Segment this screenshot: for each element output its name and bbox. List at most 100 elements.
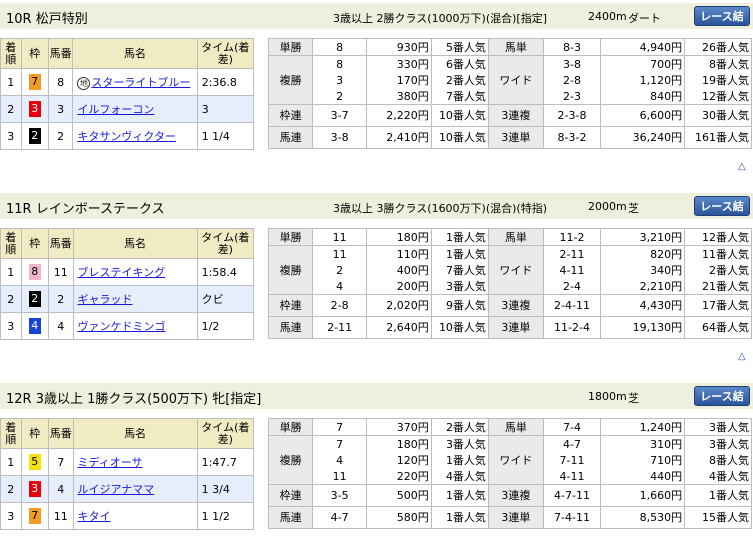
payout-combo: 3-7 — [312, 104, 368, 127]
rank-cell: 1 — [0, 68, 22, 96]
race-result-button[interactable]: レース結果 — [694, 386, 750, 423]
payout-popularity: 10番人気 — [430, 104, 489, 127]
table-row: 3 4 4 ヴァンケドミンゴ 1/2 — [0, 312, 255, 340]
payout-popularity: 21番人気 — [684, 278, 752, 295]
payout-yen: 110円 — [366, 245, 432, 262]
payout-combo: 7-4 — [542, 418, 602, 436]
frame-cell: 4 — [20, 312, 49, 340]
horse-name-cell: ヴァンケドミンゴ — [72, 312, 198, 340]
horse-name-link[interactable]: イルフォーコン — [73, 103, 154, 116]
payout-yen: 820円 — [600, 245, 686, 262]
payout-yen: 36,240円 — [600, 126, 686, 149]
payout-popularity: 10番人気 — [430, 316, 489, 339]
payout-combo: 2-3 — [542, 88, 602, 105]
payout-label: 馬単 — [487, 38, 544, 56]
payout-yen: 180円 — [366, 435, 432, 452]
page-top-icon[interactable]: △ — [738, 161, 746, 172]
horse-name-link[interactable]: ギャラッド — [74, 293, 133, 306]
race-header: 12R 3歳以上 1勝クラス(500万下) 牝[指定] 1800m 芝 レース結… — [0, 383, 753, 423]
payout-popularity: 7番人気 — [430, 88, 489, 105]
race-result-button[interactable]: レース結果 — [694, 196, 750, 233]
table-row: 2 3 3 イルフォーコン 3 — [0, 95, 255, 123]
race-result-button[interactable]: レース結果 — [694, 6, 750, 43]
payout-yen: 220円 — [366, 468, 432, 485]
frame-badge: 7 — [28, 508, 41, 524]
payout-combo: 8 — [312, 55, 368, 72]
payout-yen: 380円 — [366, 88, 432, 105]
payout-combo: 8-3-2 — [542, 126, 602, 149]
frame-badge: 7 — [28, 74, 41, 90]
payout-yen: 370円 — [366, 418, 432, 436]
payout-label: 3連単 — [487, 126, 544, 149]
payout-label: 単勝 — [267, 38, 314, 56]
race-header: 10R 松戸特別 3歳以上 2勝クラス(1000万下)(混合)[指定] 2400… — [0, 3, 753, 43]
payout-combo: 2 — [312, 88, 368, 105]
rank-cell: 2 — [0, 285, 22, 313]
payout-yen: 2,410円 — [366, 126, 432, 149]
payout-popularity: 3番人気 — [684, 435, 752, 452]
race-surface: ダート — [628, 12, 661, 25]
horse-name-cell: キタイ — [72, 502, 198, 530]
payout-popularity: 3番人気 — [430, 278, 489, 295]
table-row: 2 3 4 ルイジアナママ 1 3/4 — [0, 475, 255, 503]
payout-yen: 1,240円 — [600, 418, 686, 436]
payout-popularity: 1番人気 — [430, 506, 489, 529]
payout-label: 枠連 — [267, 104, 314, 127]
payout-popularity: 1番人気 — [430, 452, 489, 468]
payout-yen: 19,130円 — [600, 316, 686, 339]
payout-popularity: 2番人気 — [430, 418, 489, 436]
horse-name-link[interactable]: ブレステイキング — [74, 266, 166, 279]
payout-popularity: 1番人気 — [430, 484, 489, 507]
horse-name-link[interactable]: キタイ — [74, 510, 111, 523]
payout-yen: 500円 — [366, 484, 432, 507]
horse-name-cell: キタサンヴィクター — [72, 122, 198, 150]
time-cell: 1 3/4 — [196, 475, 255, 503]
race-section: 11R レインボーステークス 3歳以上 3勝クラス(1600万下)(混合)(特指… — [0, 193, 753, 368]
horse-name-link[interactable]: 地スターライトブルー — [73, 76, 190, 90]
payout-combo: 4-7 — [542, 435, 602, 452]
payout-yen: 310円 — [600, 435, 686, 452]
horse-number-cell: 3 — [47, 95, 74, 123]
race-surface: 芝 — [628, 392, 639, 405]
payout-popularity: 17番人気 — [684, 294, 752, 317]
payout-popularity: 11番人気 — [684, 245, 752, 262]
payout-yen: 930円 — [366, 38, 432, 56]
time-cell: 3 — [196, 95, 255, 123]
race-section: 10R 松戸特別 3歳以上 2勝クラス(1000万下)(混合)[指定] 2400… — [0, 3, 753, 178]
payout-label: 単勝 — [267, 228, 314, 246]
payout-yen: 1,660円 — [600, 484, 686, 507]
horse-name-link[interactable]: ルイジアナママ — [74, 483, 155, 496]
payout-yen: 8,530円 — [600, 506, 686, 529]
horse-name-link[interactable]: ヴァンケドミンゴ — [74, 320, 166, 333]
frame-cell: 3 — [20, 475, 49, 503]
payout-popularity: 9番人気 — [430, 294, 489, 317]
page-top-icon[interactable]: △ — [738, 351, 746, 362]
payout-label: 3連複 — [487, 104, 544, 127]
race-header: 11R レインボーステークス 3歳以上 3勝クラス(1600万下)(混合)(特指… — [0, 193, 753, 233]
payout-popularity: 6番人気 — [430, 55, 489, 72]
payout-combo: 2-4-11 — [542, 294, 602, 317]
horse-name-link[interactable]: ミディオーサ — [74, 456, 143, 469]
payout-label: 3連複 — [487, 294, 544, 317]
payout-yen: 2,640円 — [366, 316, 432, 339]
payout-label: 単勝 — [267, 418, 314, 436]
payout-table: 単勝 7 370円 2番人気 馬単 7-4 1,240円 3番人気 複勝 7 1… — [267, 418, 752, 529]
payout-popularity: 30番人気 — [684, 104, 752, 127]
payout-yen: 710円 — [600, 452, 686, 468]
time-cell: 1 1/2 — [196, 502, 255, 530]
payout-label: 複勝 — [267, 245, 314, 295]
header-rank: 着順 — [0, 228, 22, 259]
table-row: 1 8 11 ブレステイキング 1:58.4 — [0, 258, 255, 286]
payout-label: 3連単 — [487, 506, 544, 529]
horse-name-cell: 地スターライトブルー — [72, 68, 198, 96]
payout-popularity: 1番人気 — [430, 228, 489, 246]
horse-name-cell: ブレステイキング — [72, 258, 198, 286]
table-row: 1 7 8 地スターライトブルー 2:36.8 — [0, 68, 255, 96]
horse-name-link[interactable]: キタサンヴィクター — [73, 130, 176, 143]
payout-popularity: 19番人気 — [684, 72, 752, 88]
payout-label: 3連単 — [487, 316, 544, 339]
payout-combo: 8 — [312, 38, 368, 56]
payout-popularity: 8番人気 — [684, 452, 752, 468]
payout-combo: 4-7-11 — [542, 484, 602, 507]
payout-table: 単勝 8 930円 5番人気 馬単 8-3 4,940円 26番人気 複勝 8 … — [267, 38, 752, 149]
